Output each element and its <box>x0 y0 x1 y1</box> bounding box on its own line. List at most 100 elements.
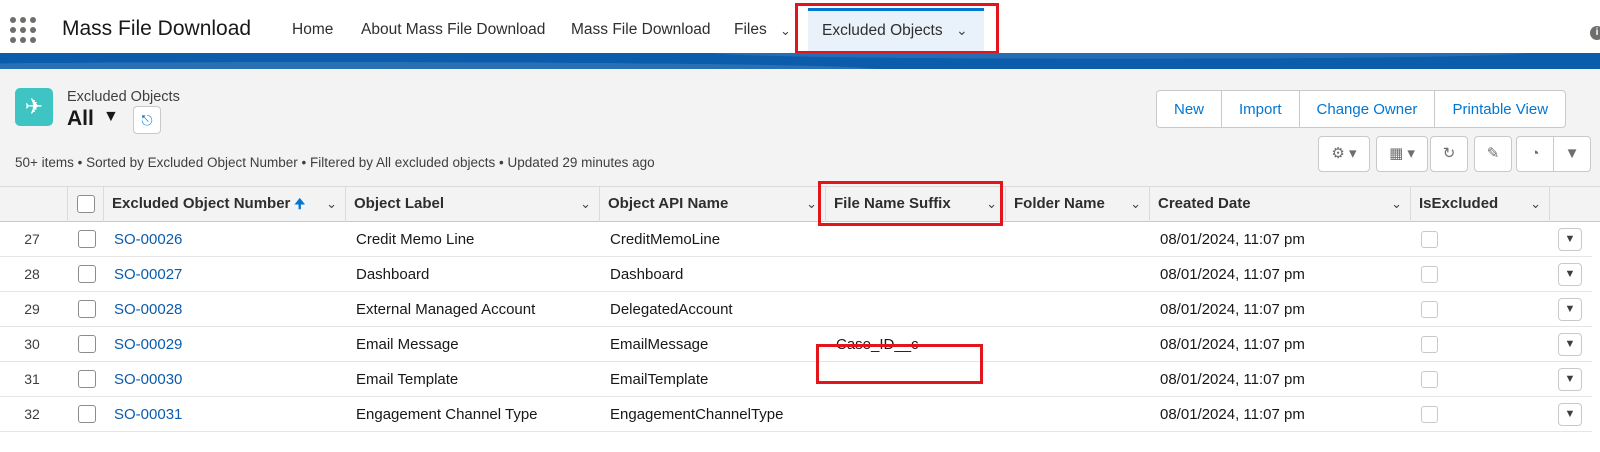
row-action-chevron-down-icon[interactable]: ▼ <box>1558 228 1582 251</box>
new-button[interactable]: New <box>1157 91 1223 127</box>
record-link[interactable]: SO-00028 <box>114 292 334 327</box>
highlight-box-nav <box>795 3 999 54</box>
created-date-cell: 08/01/2024, 11:07 pm <box>1160 301 1305 318</box>
chevron-down-icon[interactable]: ⌄ <box>1391 187 1402 221</box>
global-nav: Mass File Download Home About Mass File … <box>0 0 1600 55</box>
record-link[interactable]: SO-00030 <box>114 362 334 397</box>
change-owner-button[interactable]: Change Owner <box>1299 91 1436 127</box>
created-date-cell: 08/01/2024, 11:07 pm <box>1160 231 1305 248</box>
nav-item-home[interactable]: Home <box>292 21 333 39</box>
table-header: Excluded Object Number 🠉 ⌄ Object Label ⌄… <box>0 187 1600 222</box>
row-checkbox[interactable] <box>78 370 96 388</box>
record-link[interactable]: SO-00027 <box>114 257 334 292</box>
files-chevron-down-icon[interactable]: ⌄ <box>780 23 791 39</box>
record-link[interactable]: SO-00029 <box>114 327 334 362</box>
list-view-name[interactable]: All <box>67 107 94 131</box>
th-isexcluded[interactable]: IsExcluded ⌄ <box>1411 187 1550 222</box>
list-summary: 50+ items • Sorted by Excluded Object Nu… <box>15 155 655 170</box>
row-action-chevron-down-icon[interactable]: ▼ <box>1558 298 1582 321</box>
info-icon[interactable]: i <box>1590 26 1600 40</box>
nav-item-files[interactable]: Files <box>734 21 767 39</box>
nav-item-about[interactable]: About Mass File Download <box>361 21 545 39</box>
row-checkbox[interactable] <box>78 405 96 423</box>
col-label: Excluded Object Number <box>112 195 291 212</box>
row-number: 32 <box>24 406 40 422</box>
file-name-suffix-cell <box>836 292 996 327</box>
import-button[interactable]: Import <box>1222 91 1300 127</box>
col-label: Folder Name <box>1014 195 1105 212</box>
folder-name-cell <box>1016 362 1144 397</box>
isexcluded-checkbox <box>1421 406 1438 423</box>
object-api-name-cell: EmailMessage <box>610 336 709 353</box>
th-excluded-object-number[interactable]: Excluded Object Number 🠉 ⌄ <box>104 187 346 222</box>
folder-name-cell <box>1016 327 1144 362</box>
pencil-icon[interactable]: ✎ <box>1474 136 1512 172</box>
chevron-down-icon[interactable]: ⌄ <box>806 187 817 221</box>
chevron-down-icon[interactable]: ⌄ <box>1130 187 1141 221</box>
th-folder-name[interactable]: Folder Name ⌄ <box>1006 187 1150 222</box>
created-date-cell: 08/01/2024, 11:07 pm <box>1160 371 1305 388</box>
caret-down-icon[interactable]: ▼ <box>103 108 119 126</box>
table-row: 29 SO-00028 External Managed Account Delega… <box>0 292 1600 327</box>
row-number: 27 <box>24 231 40 247</box>
highlight-box-column <box>818 181 1003 226</box>
refresh-icon[interactable]: ↻ <box>1430 136 1468 172</box>
table-body: 27 SO-00026 Credit Memo Line CreditMemoLine… <box>0 222 1600 452</box>
row-number: 31 <box>24 371 40 387</box>
created-date-cell: 08/01/2024, 11:07 pm <box>1160 336 1305 353</box>
select-all-checkbox[interactable] <box>77 195 95 213</box>
pie-chart-icon[interactable]: ◔ <box>1516 136 1554 172</box>
th-select-all <box>68 187 104 222</box>
row-action-chevron-down-icon[interactable]: ▼ <box>1558 368 1582 391</box>
object-label-cell: Credit Memo Line <box>356 231 475 248</box>
row-checkbox[interactable] <box>78 265 96 283</box>
object-label-cell: External Managed Account <box>356 301 536 318</box>
pin-icon[interactable]: ⎋ <box>133 106 161 134</box>
app-name: Mass File Download <box>62 17 252 40</box>
isexcluded-checkbox <box>1421 301 1438 318</box>
row-number: 30 <box>24 336 40 352</box>
object-api-name-cell: Dashboard <box>610 266 684 283</box>
sort-ascending-icon: 🠉 <box>294 196 306 211</box>
highlight-box-cell <box>816 344 983 384</box>
chevron-down-icon[interactable]: ⌄ <box>326 187 337 221</box>
nav-item-mass-file-download[interactable]: Mass File Download <box>571 21 711 39</box>
th-object-api-name[interactable]: Object API Name ⌄ <box>600 187 826 222</box>
row-action-chevron-down-icon[interactable]: ▼ <box>1558 403 1582 426</box>
row-checkbox[interactable] <box>78 335 96 353</box>
table-row: 30 SO-00029 Email Message EmailMessage Case_… <box>0 327 1600 362</box>
th-object-label[interactable]: Object Label ⌄ <box>346 187 600 222</box>
row-action-chevron-down-icon[interactable]: ▼ <box>1558 333 1582 356</box>
created-date-cell: 08/01/2024, 11:07 pm <box>1160 266 1305 283</box>
record-link[interactable]: SO-00031 <box>114 397 334 432</box>
isexcluded-checkbox <box>1421 266 1438 283</box>
row-number: 29 <box>24 301 40 317</box>
col-label: Object Label <box>354 195 445 212</box>
object-type-label: Excluded Objects <box>67 89 180 105</box>
chevron-down-icon[interactable]: ⌄ <box>1530 187 1541 221</box>
isexcluded-checkbox <box>1421 231 1438 248</box>
table-row: 28 SO-00027 Dashboard Dashboard 08/01/2024, … <box>0 257 1600 292</box>
object-label-cell: Dashboard <box>356 266 430 283</box>
created-date-cell: 08/01/2024, 11:07 pm <box>1160 406 1305 423</box>
chevron-down-icon[interactable]: ⌄ <box>580 187 591 221</box>
filter-icon[interactable]: ▼ <box>1553 136 1591 172</box>
record-link[interactable]: SO-00026 <box>114 222 334 257</box>
file-name-suffix-cell <box>836 222 996 257</box>
printable-view-button[interactable]: Printable View <box>1435 91 1566 127</box>
app-launcher-icon[interactable] <box>10 17 36 43</box>
file-name-suffix-cell <box>836 397 996 432</box>
row-checkbox[interactable] <box>78 230 96 248</box>
col-label: IsExcluded <box>1419 195 1499 212</box>
scrollbar[interactable] <box>1592 222 1600 452</box>
isexcluded-checkbox <box>1421 371 1438 388</box>
row-action-chevron-down-icon[interactable]: ▼ <box>1558 263 1582 286</box>
table-view-icon[interactable]: ▦ ▾ <box>1376 136 1428 172</box>
row-checkbox[interactable] <box>78 300 96 318</box>
folder-name-cell <box>1016 292 1144 327</box>
folder-name-cell <box>1016 397 1144 432</box>
file-name-suffix-cell <box>836 257 996 292</box>
object-api-name-cell: DelegatedAccount <box>610 301 733 318</box>
th-created-date[interactable]: Created Date ⌄ <box>1150 187 1411 222</box>
gear-icon[interactable]: ⚙ ▾ <box>1318 136 1370 172</box>
